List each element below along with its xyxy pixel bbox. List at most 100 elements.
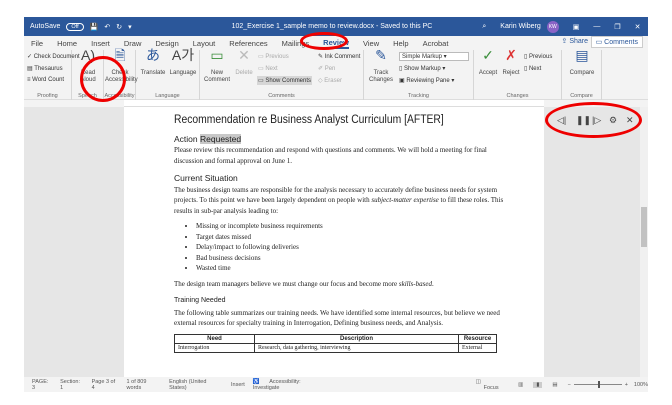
translate-label: Translate: [140, 70, 166, 76]
comments-button[interactable]: ▭ Comments: [590, 36, 643, 48]
minimize-icon[interactable]: —: [593, 23, 600, 30]
group-changes: ✓ Accept ✗ Reject ▯ Previous ▯ Next Change…: [474, 48, 562, 100]
show-comments-label: Show Comments: [265, 78, 312, 84]
tab-draw[interactable]: Draw: [124, 39, 142, 48]
previous-comment-button[interactable]: ▭ Previous: [258, 53, 289, 60]
training-table: Need Description Resource Interrogation Res…: [174, 333, 497, 353]
accept-button[interactable]: ✓ Accept: [476, 48, 500, 77]
restore-icon[interactable]: ❐: [614, 23, 620, 31]
table-cell: Research, data gathering, interviewing: [254, 342, 459, 353]
next-comment-label: Next: [265, 66, 278, 72]
zoom-slider-thumb[interactable]: [597, 381, 600, 388]
language-button[interactable]: A가 Language: [168, 48, 198, 77]
thesaurus-label: Thesaurus: [34, 66, 63, 72]
track-changes-button[interactable]: ✎ Track Changes: [366, 48, 396, 84]
undo-icon[interactable]: ↶: [104, 23, 110, 31]
search-icon[interactable]: ⌕: [482, 23, 486, 31]
ribbon-display-icon[interactable]: ▣: [573, 23, 580, 31]
heading-action-requested: Action Requested: [174, 133, 504, 145]
delete-label: Delete: [235, 70, 253, 76]
share-button[interactable]: ⇪ Share: [562, 37, 589, 45]
track-label: Track: [373, 70, 389, 76]
list-item: Wasted time: [196, 263, 504, 274]
web-layout-icon[interactable]: ▤: [552, 382, 557, 388]
focus-button[interactable]: ◫ Focus: [476, 379, 504, 391]
eraser-button[interactable]: ◇ Eraser: [318, 77, 342, 84]
read-mode-icon[interactable]: ▥: [518, 382, 523, 388]
translate-button[interactable]: あ Translate: [138, 48, 168, 77]
markup-select[interactable]: Simple Markup ▾: [399, 52, 469, 61]
table-header: Description: [254, 333, 459, 344]
delete-comment-button[interactable]: ✕ Delete: [232, 47, 256, 77]
compare-button[interactable]: ▤ Compare: [566, 48, 598, 77]
reviewing-pane-button[interactable]: ▣ Reviewing Pane ▾: [399, 77, 454, 84]
changes-label: Changes: [368, 77, 394, 83]
show-markup-button[interactable]: ▯ Show Markup ▾: [399, 65, 445, 72]
table-cell: External: [458, 342, 497, 353]
status-accessibility[interactable]: ♿ Accessibility: Investigate: [253, 379, 326, 391]
scrollbar-thumb[interactable]: [641, 207, 647, 247]
tab-help[interactable]: Help: [393, 39, 408, 48]
autosave-toggle[interactable]: Off: [66, 22, 84, 31]
status-words[interactable]: 1 of 809 words: [127, 379, 162, 391]
redo-icon[interactable]: ↻: [116, 23, 122, 31]
ruler[interactable]: [124, 100, 544, 107]
tab-acrobat[interactable]: Acrobat: [423, 39, 449, 48]
group-comments: ▭ New Comment ✕ Delete ▭ Previous ▭ Next ▭ …: [200, 47, 364, 100]
annotation-circle-read-aloud: [80, 56, 126, 102]
document-area: Recommendation re Business Analyst Curri…: [24, 107, 640, 377]
doc-title: Recommendation re Business Analyst Curri…: [174, 114, 444, 126]
new-comment-button[interactable]: ▭ New Comment: [203, 48, 231, 84]
status-page-of[interactable]: Page 3 of 4: [92, 379, 119, 391]
annotation-circle-review-tab: [300, 32, 348, 50]
list-item: Missing or incomplete business requireme…: [196, 221, 504, 232]
zoom-slider[interactable]: [573, 381, 622, 388]
save-icon[interactable]: 💾: [90, 23, 99, 31]
avatar[interactable]: KW: [546, 20, 559, 33]
thesaurus-button[interactable]: ▤ Thesaurus: [27, 65, 63, 72]
zoom-in-button[interactable]: +: [625, 382, 628, 388]
next-comment-button[interactable]: ▭ Next: [258, 65, 278, 72]
print-layout-icon[interactable]: ▮: [533, 381, 543, 388]
status-page[interactable]: PAGE: 3: [32, 379, 52, 391]
word-count-button[interactable]: ≡ Word Count: [27, 77, 64, 83]
annotation-circle-playback: [545, 102, 642, 138]
status-bar: PAGE: 3 Section: 1 Page 3 of 4 1 of 809 …: [24, 377, 648, 392]
show-markup-label: Show Markup: [403, 66, 441, 72]
share-label: Share: [569, 38, 588, 45]
next-change-label: Next: [528, 66, 542, 72]
tracking-group-label: Tracking: [408, 93, 429, 99]
status-mode[interactable]: Insert: [231, 382, 245, 388]
status-language[interactable]: English (United States): [169, 379, 223, 391]
italic-text: subject-matter expertise: [371, 196, 439, 204]
zoom-level[interactable]: 100%: [634, 382, 648, 388]
ink-comment-label: Ink Comment: [324, 54, 361, 60]
previous-change-button[interactable]: ▯ Previous: [524, 53, 552, 60]
customize-icon[interactable]: ▾: [128, 23, 132, 31]
table-cell: Interrogation: [174, 342, 255, 353]
zoom-out-button[interactable]: −: [568, 382, 571, 388]
list-item: Delay/impact to following deliveries: [196, 242, 504, 253]
delete-icon: ✕: [238, 47, 250, 63]
reject-button[interactable]: ✗ Reject: [500, 48, 522, 77]
tab-file[interactable]: File: [31, 39, 43, 48]
paragraph-3: The design team managers believe we must…: [174, 279, 504, 290]
vertical-scrollbar[interactable]: [640, 107, 648, 377]
group-compare: ▤ Compare Compare: [562, 48, 602, 100]
tab-home[interactable]: Home: [57, 39, 77, 48]
show-comments-button[interactable]: ▭ Show Comments: [257, 76, 313, 85]
italic-text: skills-based: [398, 279, 432, 288]
group-proofing: ✓ Check Document ▤ Thesaurus ≡ Word Coun…: [24, 50, 80, 100]
user-name[interactable]: Karin Wiberg: [500, 23, 540, 30]
pen-button[interactable]: ✐ Pen: [318, 65, 335, 72]
compare-label: Compare: [569, 70, 595, 76]
status-section[interactable]: Section: 1: [60, 379, 83, 391]
next-change-button[interactable]: ▯ Next: [524, 65, 541, 72]
reject-label: Reject: [502, 70, 520, 76]
text: .: [431, 279, 434, 288]
document-page[interactable]: Recommendation re Business Analyst Curri…: [124, 107, 544, 377]
close-icon[interactable]: ✕: [635, 23, 641, 31]
ink-comment-button[interactable]: ✎ Ink Comment: [318, 53, 360, 60]
table-header: Resource: [458, 333, 497, 344]
paragraph-2: The business design teams are responsibl…: [174, 185, 504, 217]
